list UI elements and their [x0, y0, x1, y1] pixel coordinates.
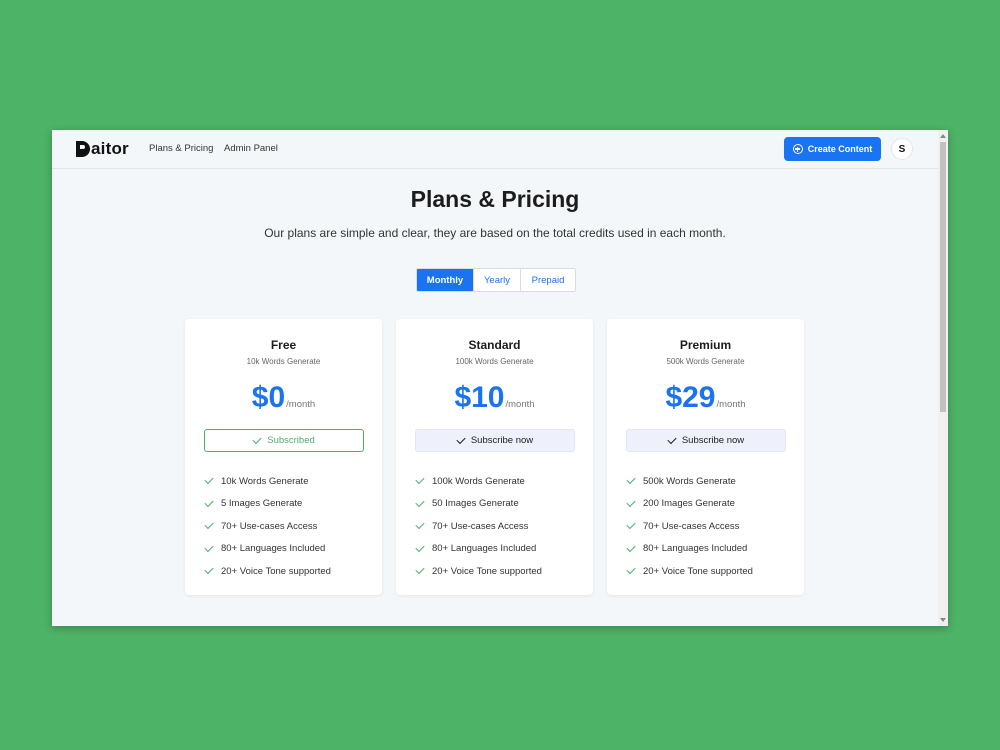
price-value: $10: [454, 381, 505, 414]
subscribed-button[interactable]: Subscribed: [204, 429, 364, 452]
feature-item: 80+ Languages Included: [415, 538, 542, 561]
logo-text: aitor: [91, 139, 129, 158]
feature-item: 5 Images Generate: [204, 493, 331, 516]
price-period: /month: [716, 399, 746, 410]
feature-item: 20+ Voice Tone supported: [415, 560, 542, 583]
plan-card-premium: Premium 500k Words Generate $29 /month S…: [607, 319, 804, 595]
check-icon: [204, 542, 214, 552]
plan-price: $0 /month: [185, 381, 382, 415]
page-subtitle: Our plans are simple and clear, they are…: [264, 226, 726, 240]
feature-item: 500k Words Generate: [626, 470, 753, 493]
plan-name: Standard: [468, 338, 521, 352]
check-icon: [204, 565, 214, 575]
plan-name: Free: [270, 338, 297, 352]
user-avatar[interactable]: S: [891, 138, 913, 160]
feature-item: 70+ Use-cases Access: [204, 515, 331, 538]
feature-text: 80+ Languages Included: [432, 543, 537, 555]
price-value: $29: [665, 381, 716, 414]
button-label: Subscribe now: [681, 435, 745, 446]
logo-r-icon: [76, 141, 90, 157]
check-icon: [626, 520, 636, 530]
button-label: Subscribe now: [470, 435, 534, 446]
feature-text: 200 Images Generate: [643, 498, 735, 510]
plan-price: $10 /month: [396, 381, 593, 415]
subscribe-now-button[interactable]: Subscribe now: [626, 429, 786, 452]
nav-plans-pricing[interactable]: Plans & Pricing: [149, 143, 213, 154]
button-label: Subscribed: [267, 435, 315, 446]
feature-text: 5 Images Generate: [221, 498, 303, 510]
feature-list: 10k Words Generate 5 Images Generate 70+…: [204, 470, 331, 583]
feature-text: 70+ Use-cases Access: [643, 520, 740, 532]
raitor-logo[interactable]: aitor: [76, 139, 129, 159]
feature-text: 500k Words Generate: [643, 475, 736, 487]
plan-subtitle: 100k Words Generate: [455, 357, 534, 366]
check-icon: [415, 565, 425, 575]
vertical-scrollbar[interactable]: [938, 130, 948, 626]
plan-subtitle: 500k Words Generate: [666, 357, 745, 366]
plan-price: $29 /month: [607, 381, 804, 415]
price-period: /month: [505, 399, 535, 410]
billing-period-toggle: Monthly Yearly Prepaid: [416, 268, 576, 292]
plan-card-standard: Standard 100k Words Generate $10 /month …: [396, 319, 593, 595]
check-icon: [626, 542, 636, 552]
feature-text: 80+ Languages Included: [221, 543, 326, 555]
plan-name: Premium: [679, 338, 732, 352]
check-icon: [667, 434, 677, 444]
check-icon: [456, 434, 466, 444]
feature-text: 20+ Voice Tone supported: [643, 565, 753, 577]
check-icon: [204, 520, 214, 530]
feature-item: 80+ Languages Included: [204, 538, 331, 561]
plus-circle-icon: [792, 144, 803, 154]
feature-item: 100k Words Generate: [415, 470, 542, 493]
check-icon: [415, 475, 425, 485]
check-icon: [415, 542, 425, 552]
check-icon: [252, 434, 262, 444]
feature-item: 20+ Voice Tone supported: [204, 560, 331, 583]
price-value: $0: [251, 381, 286, 414]
check-icon: [626, 565, 636, 575]
browser-window: aitor Plans & Pricing Admin Panel Create…: [52, 130, 948, 626]
create-content-button[interactable]: Create Content: [784, 137, 881, 161]
check-icon: [626, 475, 636, 485]
check-icon: [626, 497, 636, 507]
plan-subtitle: 10k Words Generate: [246, 357, 321, 366]
nav-admin-panel[interactable]: Admin Panel: [224, 143, 278, 154]
toggle-yearly[interactable]: Yearly: [473, 269, 520, 291]
feature-text: 20+ Voice Tone supported: [432, 565, 542, 577]
feature-item: 70+ Use-cases Access: [626, 515, 753, 538]
feature-text: 50 Images Generate: [432, 498, 519, 510]
check-icon: [204, 497, 214, 507]
check-icon: [204, 475, 214, 485]
feature-text: 70+ Use-cases Access: [221, 520, 318, 532]
plan-card-free: Free 10k Words Generate $0 /month Subscr…: [185, 319, 382, 595]
scroll-thumb[interactable]: [940, 142, 946, 412]
feature-text: 70+ Use-cases Access: [432, 520, 529, 532]
scroll-down-arrow-icon[interactable]: [940, 618, 946, 622]
feature-item: 200 Images Generate: [626, 493, 753, 516]
feature-text: 20+ Voice Tone supported: [221, 565, 331, 577]
check-icon: [415, 520, 425, 530]
feature-list: 100k Words Generate 50 Images Generate 7…: [415, 470, 542, 583]
top-navbar: aitor Plans & Pricing Admin Panel Create…: [52, 130, 938, 169]
check-icon: [415, 497, 425, 507]
create-content-label: Create Content: [807, 144, 873, 154]
price-period: /month: [286, 399, 316, 410]
scroll-up-arrow-icon[interactable]: [940, 134, 946, 138]
feature-item: 70+ Use-cases Access: [415, 515, 542, 538]
feature-text: 10k Words Generate: [221, 475, 309, 487]
feature-item: 10k Words Generate: [204, 470, 331, 493]
feature-item: 80+ Languages Included: [626, 538, 753, 561]
page-title: Plans & Pricing: [410, 186, 580, 212]
toggle-monthly[interactable]: Monthly: [417, 269, 473, 291]
feature-item: 50 Images Generate: [415, 493, 542, 516]
feature-text: 100k Words Generate: [432, 475, 525, 487]
feature-item: 20+ Voice Tone supported: [626, 560, 753, 583]
feature-list: 500k Words Generate 200 Images Generate …: [626, 470, 753, 583]
subscribe-now-button[interactable]: Subscribe now: [415, 429, 575, 452]
toggle-prepaid[interactable]: Prepaid: [520, 269, 575, 291]
feature-text: 80+ Languages Included: [643, 543, 748, 555]
